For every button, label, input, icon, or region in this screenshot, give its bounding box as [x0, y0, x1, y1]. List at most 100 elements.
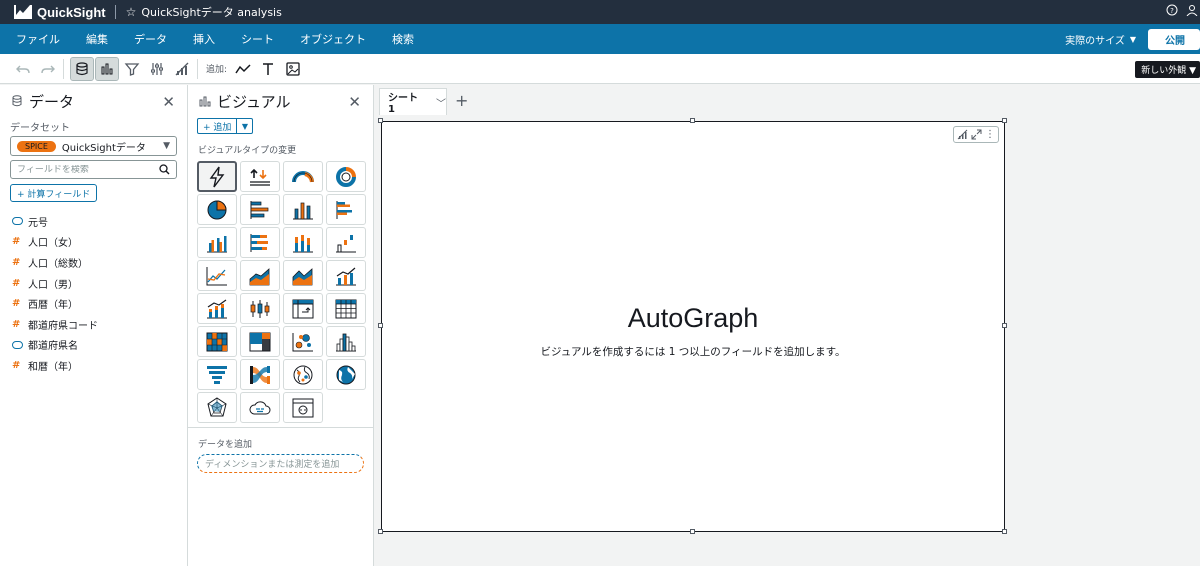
field-item[interactable]: # 西暦（年） — [0, 293, 187, 314]
publish-button[interactable]: 公開 — [1148, 28, 1200, 50]
field-name: 人口（男） — [28, 279, 78, 291]
resize-handle[interactable] — [690, 118, 695, 123]
undo-icon[interactable] — [12, 58, 34, 80]
field-item[interactable]: # 人口（総数） — [0, 252, 187, 273]
table-icon[interactable] — [326, 293, 366, 324]
custom-visual-icon[interactable] — [283, 392, 323, 423]
menu-search[interactable]: 検索 — [377, 31, 425, 47]
visual-pane-icon[interactable] — [95, 56, 119, 81]
add-visual-dropdown[interactable]: ▼ — [237, 118, 254, 134]
histogram-icon[interactable] — [326, 326, 366, 357]
field-item[interactable]: 都道府県名 — [0, 335, 187, 356]
menu-object[interactable]: オブジェクト — [285, 31, 377, 47]
close-icon[interactable]: ✕ — [162, 93, 175, 111]
clustered-vertical-bar-icon[interactable] — [197, 227, 237, 258]
add-visual-button[interactable]: + 追加 — [197, 118, 238, 134]
search-icon[interactable] — [159, 164, 170, 175]
measure-icon: # — [12, 236, 21, 248]
menu-edit[interactable]: 編集 — [71, 31, 119, 47]
radar-icon[interactable] — [197, 392, 237, 423]
kpi-icon[interactable] — [240, 161, 280, 192]
add-calculated-field-button[interactable]: + 計算フィールド — [10, 184, 98, 202]
resize-handle[interactable] — [1002, 118, 1007, 123]
tab-sheet-1[interactable]: シート 1 ﹀ — [379, 88, 447, 115]
data-panel-header: データ — [0, 85, 187, 117]
field-item[interactable]: # 人口（女） — [0, 232, 187, 253]
visual-panel: ビジュアル ✕ + 追加 ▼ ビジュアルタイプの変更 データを追加 ディメンショ… — [188, 85, 374, 566]
field-item[interactable]: # 人口（男） — [0, 273, 187, 294]
data-pane-icon[interactable] — [70, 56, 94, 81]
resize-handle[interactable] — [378, 323, 383, 328]
treemap-icon[interactable] — [240, 326, 280, 357]
box-plot-icon[interactable] — [240, 293, 280, 324]
new-window-tooltip: 新しい外観 ▼ — [1135, 61, 1200, 78]
horizontal-bar-icon[interactable] — [240, 194, 280, 225]
autograph-visual[interactable]: ⋮ AutoGraph ビジュアルを作成するには 1 つ以上のフィールドを追加し… — [381, 121, 1005, 532]
controls-icon[interactable] — [146, 58, 168, 80]
filter-icon[interactable] — [121, 58, 143, 80]
funnel-icon[interactable] — [197, 359, 237, 390]
size-select[interactable]: 実際のサイズ ▼ — [1065, 32, 1136, 47]
menu-sheet[interactable]: シート — [226, 31, 285, 47]
add-sheet-icon[interactable]: + — [455, 91, 468, 110]
add-text-icon[interactable] — [257, 58, 279, 80]
menu-data[interactable]: データ — [119, 31, 178, 47]
resize-handle[interactable] — [378, 529, 383, 534]
vertical-bar-icon[interactable] — [283, 194, 323, 225]
resize-handle[interactable] — [690, 529, 695, 534]
gauge-icon[interactable] — [283, 161, 323, 192]
resize-handle[interactable] — [1002, 323, 1007, 328]
redo-icon[interactable] — [37, 58, 59, 80]
area-line-icon[interactable] — [240, 260, 280, 291]
autograph-icon[interactable] — [197, 161, 237, 192]
empty-visual-message: ビジュアルを作成するには 1 つ以上のフィールドを追加します。 — [540, 346, 846, 358]
donut-icon[interactable] — [326, 161, 366, 192]
heatmap-icon[interactable] — [197, 326, 237, 357]
favorite-star-icon[interactable]: ☆ — [126, 5, 137, 19]
resize-handle[interactable] — [1002, 529, 1007, 534]
field-name: 都道府県コード — [28, 320, 98, 332]
divider — [63, 58, 64, 79]
resize-handle[interactable] — [378, 118, 383, 123]
points-map-icon[interactable] — [283, 359, 323, 390]
insights-icon[interactable] — [171, 58, 193, 80]
stacked-vertical-bar-icon[interactable] — [283, 227, 323, 258]
field-item[interactable]: # 和暦（年） — [0, 355, 187, 376]
field-drop-zone[interactable]: ディメンションまたは測定を追加 — [197, 454, 364, 473]
field-name: 都道府県名 — [28, 341, 78, 353]
help-icon[interactable]: ? — [1166, 4, 1178, 19]
quicksight-logo[interactable]: QuickSight — [0, 5, 106, 20]
field-item[interactable]: # 都道府県コード — [0, 314, 187, 335]
field-search-input[interactable] — [17, 164, 159, 175]
field-item[interactable]: 元号 — [0, 211, 187, 232]
sankey-icon[interactable] — [240, 359, 280, 390]
chevron-down-icon[interactable]: ﹀ — [436, 95, 446, 110]
line-icon[interactable] — [197, 260, 237, 291]
stacked-horizontal-bar-icon[interactable] — [240, 227, 280, 258]
top-right-icons: ? — [1166, 4, 1198, 19]
user-icon[interactable] — [1186, 4, 1198, 19]
add-image-icon[interactable] — [282, 58, 304, 80]
dataset-select[interactable]: SPICE QuickSightデータ ▼ — [10, 136, 177, 156]
pivot-table-icon[interactable] — [283, 293, 323, 324]
add-line-chart-icon[interactable] — [232, 58, 254, 80]
filled-map-icon[interactable] — [326, 359, 366, 390]
visual-panel-title: ビジュアル — [217, 92, 291, 111]
waterfall-icon[interactable] — [326, 227, 366, 258]
insights-icon[interactable] — [957, 129, 968, 140]
more-options-icon[interactable]: ⋮ — [985, 129, 995, 140]
combo-stacked-icon[interactable] — [197, 293, 237, 324]
close-icon[interactable]: ✕ — [348, 93, 361, 111]
dimension-icon — [12, 340, 24, 349]
combo-bar-line-icon[interactable] — [326, 260, 366, 291]
expand-icon[interactable] — [971, 129, 982, 140]
pie-icon[interactable] — [197, 194, 237, 225]
stacked-area-icon[interactable] — [283, 260, 323, 291]
menu-insert[interactable]: 挿入 — [178, 31, 226, 47]
field-name: 人口（総数） — [28, 258, 88, 270]
scatter-icon[interactable] — [283, 326, 323, 357]
clustered-horizontal-bar-icon[interactable] — [326, 194, 366, 225]
word-cloud-icon[interactable] — [240, 392, 280, 423]
analysis-title[interactable]: QuickSightデータ analysis — [141, 4, 281, 20]
menu-file[interactable]: ファイル — [0, 31, 71, 47]
